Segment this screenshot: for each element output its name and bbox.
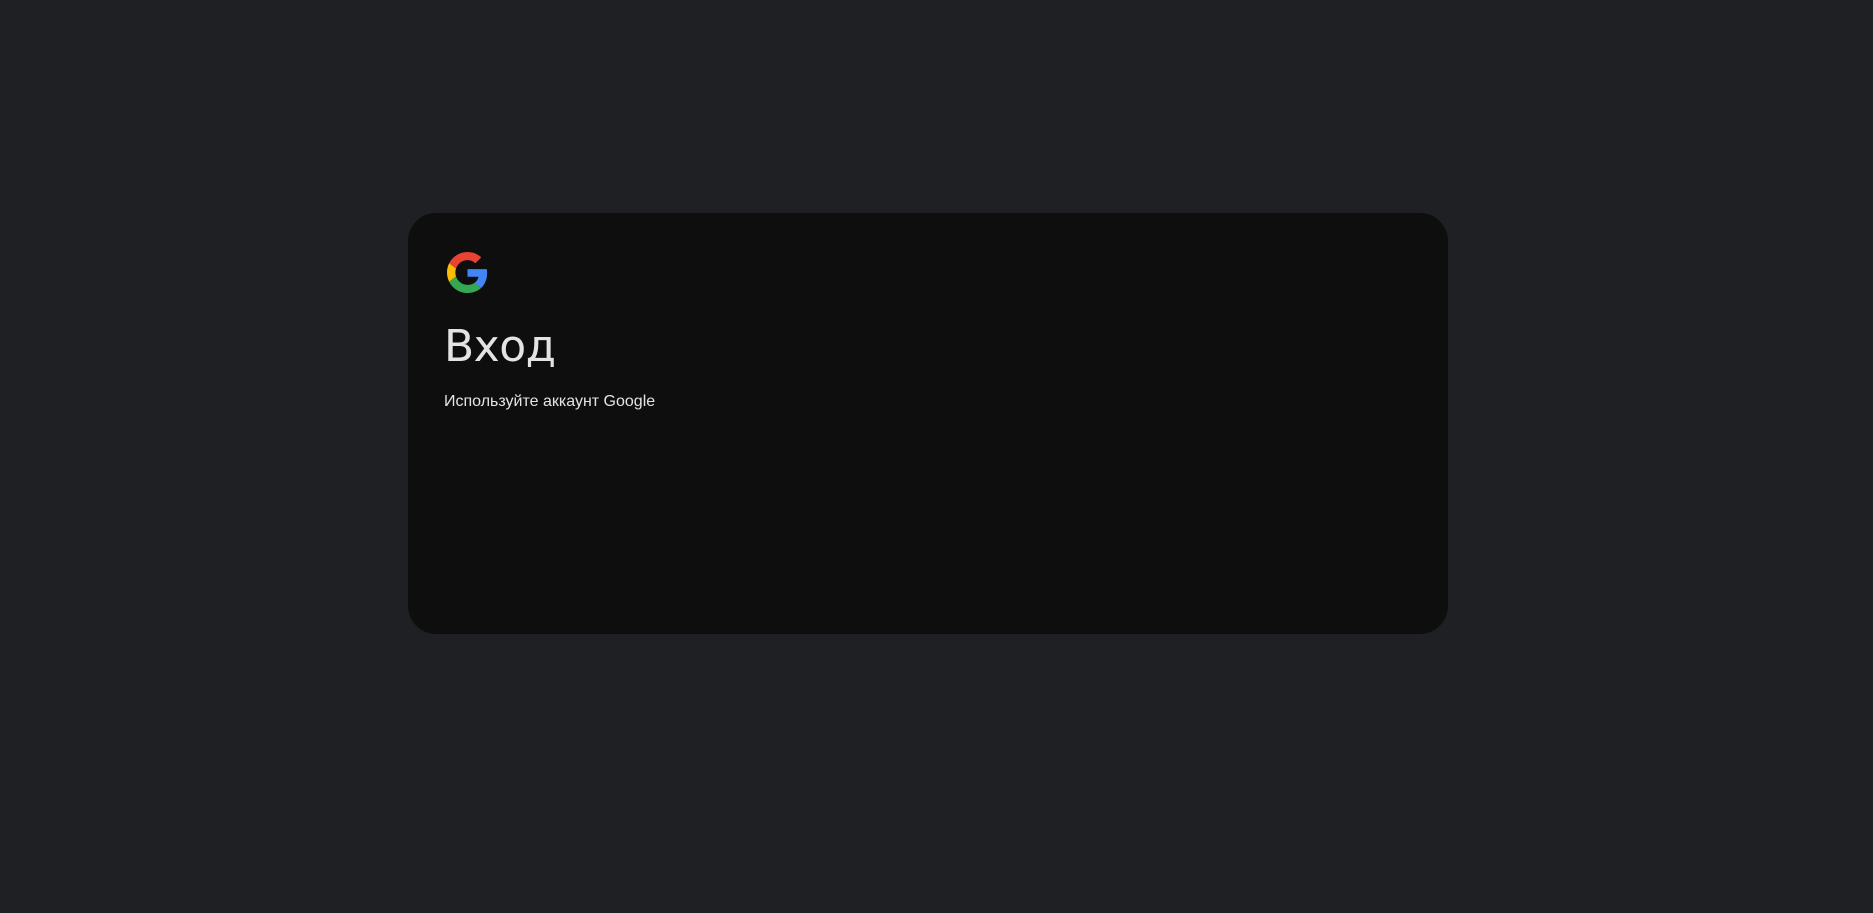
page-title: Вход: [444, 321, 556, 372]
signin-card: Вход Используйте аккаунт Google: [408, 213, 1448, 634]
google-logo-icon: [447, 252, 488, 293]
page-subtitle: Используйте аккаунт Google: [444, 393, 656, 410]
